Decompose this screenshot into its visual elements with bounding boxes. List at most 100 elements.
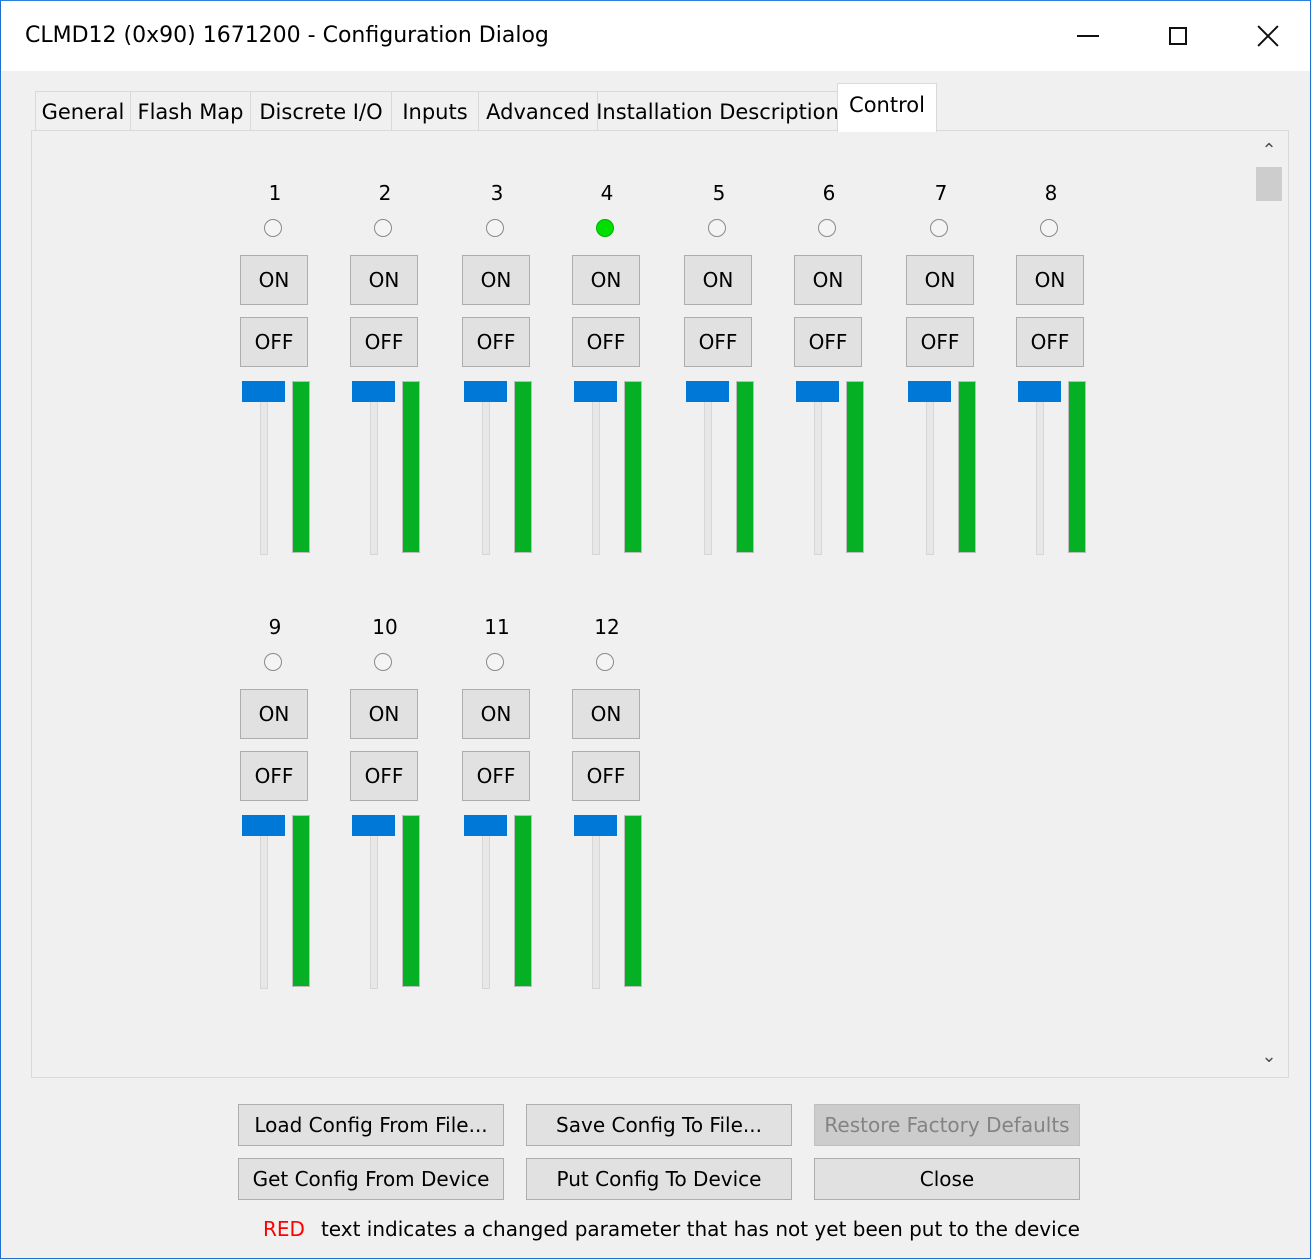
channel-off-button[interactable]: OFF xyxy=(794,317,862,367)
level-slider-thumb[interactable] xyxy=(464,815,507,836)
level-slider-track[interactable] xyxy=(704,385,712,555)
output-level-bar xyxy=(514,815,532,987)
output-level-bar xyxy=(846,381,864,553)
status-led xyxy=(596,653,614,671)
maximize-button[interactable] xyxy=(1133,1,1223,71)
channel-on-button[interactable]: ON xyxy=(794,255,862,305)
channel-number: 5 xyxy=(712,181,726,205)
channel-on-button[interactable]: ON xyxy=(462,255,530,305)
channel-on-button[interactable]: ON xyxy=(1016,255,1084,305)
level-slider-track[interactable] xyxy=(260,385,268,555)
level-slider-track[interactable] xyxy=(1036,385,1044,555)
channel-number: 2 xyxy=(378,181,392,205)
level-slider-track[interactable] xyxy=(370,385,378,555)
chevron-up-icon[interactable]: ⌃ xyxy=(1251,135,1287,165)
level-slider-thumb[interactable] xyxy=(796,381,839,402)
channel-off-button[interactable]: OFF xyxy=(240,751,308,801)
level-slider-track[interactable] xyxy=(260,819,268,989)
output-level-fill xyxy=(403,382,419,552)
level-slider-thumb[interactable] xyxy=(908,381,951,402)
level-slider-track[interactable] xyxy=(592,385,600,555)
channel-off-button[interactable]: OFF xyxy=(462,317,530,367)
status-led xyxy=(930,219,948,237)
put-config-to-device-button[interactable]: Put Config To Device xyxy=(526,1158,792,1200)
scrollbar-thumb[interactable] xyxy=(1256,167,1282,201)
channel-6: 6 ON OFF xyxy=(794,181,864,601)
channel-on-button[interactable]: ON xyxy=(684,255,752,305)
channel-off-button[interactable]: OFF xyxy=(240,317,308,367)
channel-on-button[interactable]: ON xyxy=(572,689,640,739)
level-slider-track[interactable] xyxy=(482,385,490,555)
channel-4: 4 ON OFF xyxy=(572,181,642,601)
channel-off-button[interactable]: OFF xyxy=(1016,317,1084,367)
channel-number: 12 xyxy=(594,615,620,639)
get-config-from-device-button[interactable]: Get Config From Device xyxy=(238,1158,504,1200)
channel-off-button[interactable]: OFF xyxy=(572,317,640,367)
channel-off-button[interactable]: OFF xyxy=(906,317,974,367)
output-level-fill xyxy=(293,382,309,552)
tab-advanced[interactable]: Advanced xyxy=(478,91,598,131)
level-slider-thumb[interactable] xyxy=(1018,381,1061,402)
channel-off-button[interactable]: OFF xyxy=(572,751,640,801)
channel-off-button[interactable]: OFF xyxy=(462,751,530,801)
close-window-button[interactable] xyxy=(1223,1,1312,71)
level-slider-thumb[interactable] xyxy=(242,815,285,836)
output-level-bar xyxy=(1068,381,1086,553)
channel-on-button[interactable]: ON xyxy=(350,255,418,305)
tab-control[interactable]: Control xyxy=(837,83,937,132)
status-led xyxy=(1040,219,1058,237)
level-slider-thumb[interactable] xyxy=(574,381,617,402)
channel-on-button[interactable]: ON xyxy=(906,255,974,305)
level-slider-thumb[interactable] xyxy=(464,381,507,402)
level-slider-thumb[interactable] xyxy=(242,381,285,402)
channel-off-button[interactable]: OFF xyxy=(350,317,418,367)
level-slider-track[interactable] xyxy=(926,385,934,555)
close-button[interactable]: Close xyxy=(814,1158,1080,1200)
output-level-bar xyxy=(292,381,310,553)
tab-flash-map[interactable]: Flash Map xyxy=(130,91,251,131)
output-level-fill xyxy=(625,382,641,552)
channel-number: 6 xyxy=(822,181,836,205)
status-led xyxy=(264,653,282,671)
output-level-bar xyxy=(736,381,754,553)
channel-on-button[interactable]: ON xyxy=(462,689,530,739)
output-level-fill xyxy=(515,816,531,986)
vertical-scrollbar[interactable]: ⌃ ⌄ xyxy=(1251,131,1287,1077)
tab-discrete-io[interactable]: Discrete I/O xyxy=(250,91,392,131)
output-level-bar xyxy=(292,815,310,987)
output-level-bar xyxy=(624,815,642,987)
level-slider-thumb[interactable] xyxy=(574,815,617,836)
tab-inputs[interactable]: Inputs xyxy=(391,91,479,131)
output-level-fill xyxy=(403,816,419,986)
tab-installation-description[interactable]: Installation Description xyxy=(596,91,839,131)
channel-off-button[interactable]: OFF xyxy=(684,317,752,367)
output-level-fill xyxy=(959,382,975,552)
level-slider-thumb[interactable] xyxy=(686,381,729,402)
channel-3: 3 ON OFF xyxy=(462,181,532,601)
level-slider-thumb[interactable] xyxy=(352,381,395,402)
control-panel xyxy=(31,130,1289,1078)
level-slider-track[interactable] xyxy=(370,819,378,989)
load-config-from-file-button[interactable]: Load Config From File... xyxy=(238,1104,504,1146)
channel-on-button[interactable]: ON xyxy=(350,689,418,739)
channel-off-button[interactable]: OFF xyxy=(350,751,418,801)
save-config-to-file-button[interactable]: Save Config To File... xyxy=(526,1104,792,1146)
level-slider-track[interactable] xyxy=(482,819,490,989)
status-led xyxy=(374,653,392,671)
level-slider-track[interactable] xyxy=(592,819,600,989)
level-slider-thumb[interactable] xyxy=(352,815,395,836)
minimize-button[interactable] xyxy=(1043,1,1133,71)
status-led xyxy=(708,219,726,237)
tab-general[interactable]: General xyxy=(35,91,131,131)
channel-on-button[interactable]: ON xyxy=(240,255,308,305)
channel-on-button[interactable]: ON xyxy=(240,689,308,739)
channel-9: 9 ON OFF xyxy=(240,615,310,1035)
chevron-down-icon[interactable]: ⌄ xyxy=(1251,1041,1287,1071)
channel-on-button[interactable]: ON xyxy=(572,255,640,305)
level-slider-track[interactable] xyxy=(814,385,822,555)
channel-2: 2 ON OFF xyxy=(350,181,420,601)
title-bar: CLMD12 (0x90) 1671200 - Configuration Di… xyxy=(1,1,1310,71)
channel-number: 1 xyxy=(268,181,282,205)
output-level-fill xyxy=(847,382,863,552)
output-level-fill xyxy=(625,816,641,986)
